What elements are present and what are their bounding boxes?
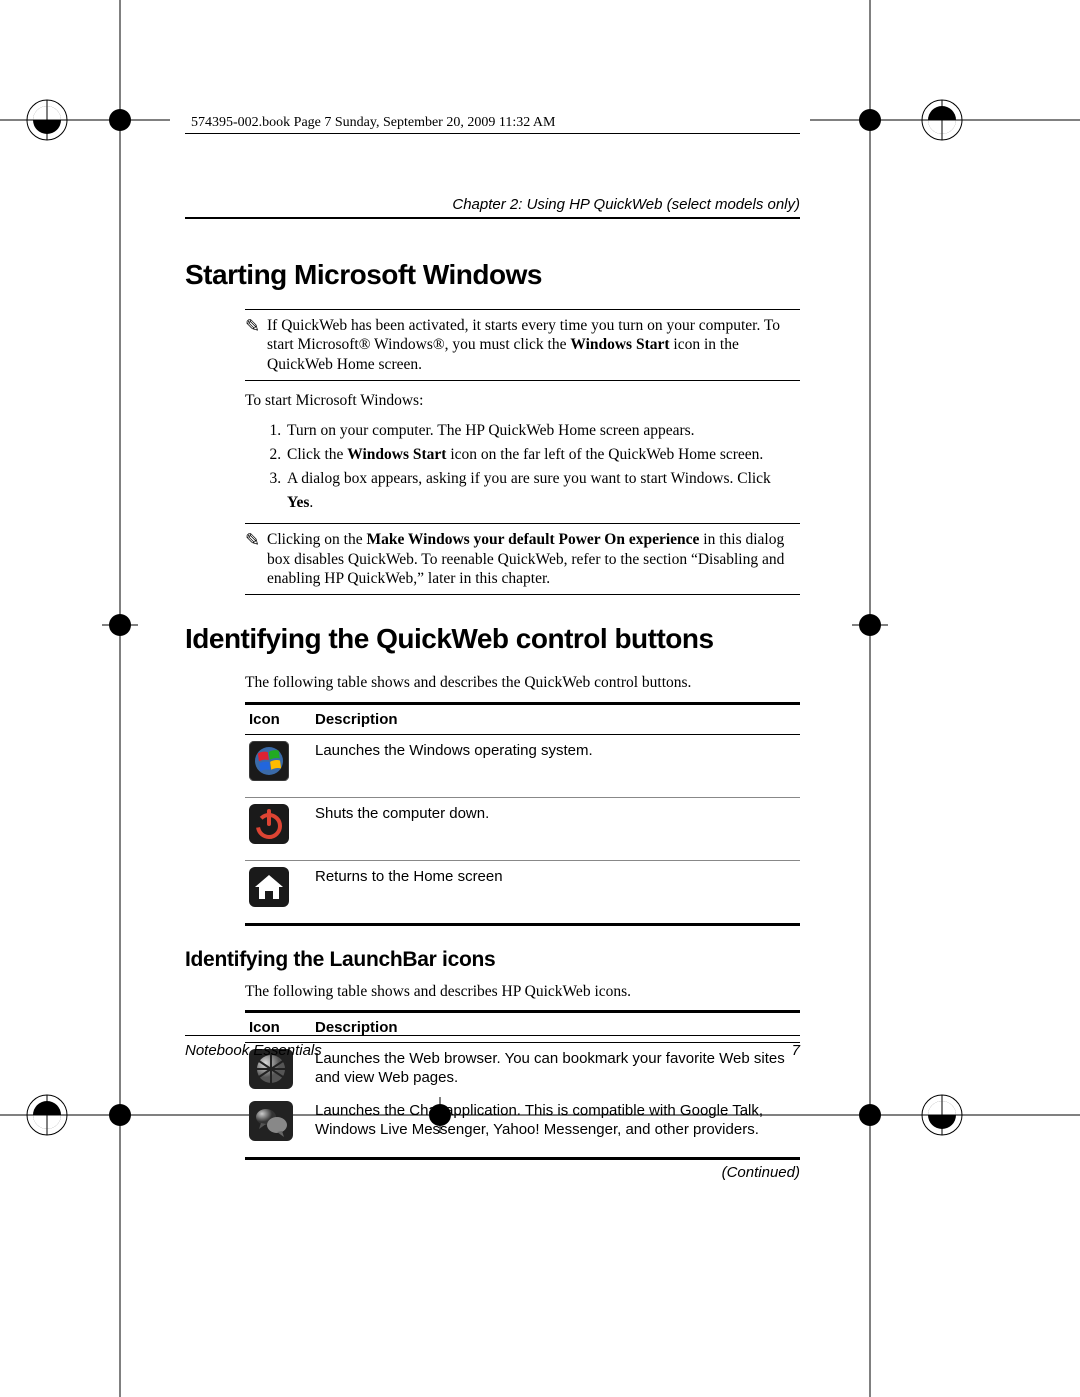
steps-list: Turn on your computer. The HP QuickWeb H… (245, 419, 800, 515)
lead-text: To start Microsoft Windows: (245, 391, 800, 411)
power-icon (245, 797, 311, 860)
row-description: Launches the Windows operating system. (311, 734, 800, 797)
note-quickweb-start: ✎ If QuickWeb has been activated, it sta… (245, 309, 800, 381)
chapter-rule (185, 217, 800, 219)
lead-text-3: The following table shows and describes … (245, 982, 800, 1002)
page-number: 7 (792, 1042, 800, 1059)
th-icon: Icon (245, 703, 311, 734)
lead-text-2: The following table shows and describes … (245, 673, 800, 693)
row-description: Shuts the computer down. (311, 797, 800, 860)
heading-starting-windows: Starting Microsoft Windows (185, 259, 800, 291)
continued-label: (Continued) (245, 1164, 800, 1181)
book-header: 574395-002.book Page 7 Sunday, September… (185, 115, 800, 131)
heading-launchbar-icons: Identifying the LaunchBar icons (185, 948, 800, 972)
note-icon: ✎ (245, 530, 267, 588)
th-description: Description (311, 703, 800, 734)
chapter-title: Chapter 2: Using HP QuickWeb (select mod… (185, 196, 800, 213)
home-icon (245, 860, 311, 924)
header-rule (185, 133, 800, 134)
registration-mark-vertical (95, 0, 145, 1397)
note-bold: Windows Start (570, 336, 669, 353)
windows-icon (245, 734, 311, 797)
chat-icon (245, 1095, 311, 1159)
table-row: Launches the Chat application. This is c… (245, 1095, 800, 1159)
table-row: Shuts the computer down. (245, 797, 800, 860)
registration-mark-vertical-right (845, 0, 895, 1397)
content-area: 574395-002.book Page 7 Sunday, September… (185, 115, 800, 1181)
page: 574395-002.book Page 7 Sunday, September… (0, 0, 1080, 1397)
table-row: Returns to the Home screen (245, 860, 800, 924)
row-description: Returns to the Home screen (311, 860, 800, 924)
step-3: A dialog box appears, asking if you are … (285, 467, 800, 515)
footer-title: Notebook Essentials (185, 1042, 322, 1059)
control-buttons-table: Icon Description (245, 702, 800, 926)
step-2: Click the Windows Start icon on the far … (285, 443, 800, 467)
row-description: Launches the Chat application. This is c… (311, 1095, 800, 1159)
launchbar-icons-table: Icon Description (245, 1010, 800, 1160)
note-icon: ✎ (245, 316, 267, 374)
table-row: Launches the Windows operating system. (245, 734, 800, 797)
step-1: Turn on your computer. The HP QuickWeb H… (285, 419, 800, 443)
heading-control-buttons: Identifying the QuickWeb control buttons (185, 623, 800, 655)
page-footer: Notebook Essentials 7 (185, 1035, 800, 1059)
note-default-power-on: ✎ Clicking on the Make Windows your defa… (245, 523, 800, 595)
